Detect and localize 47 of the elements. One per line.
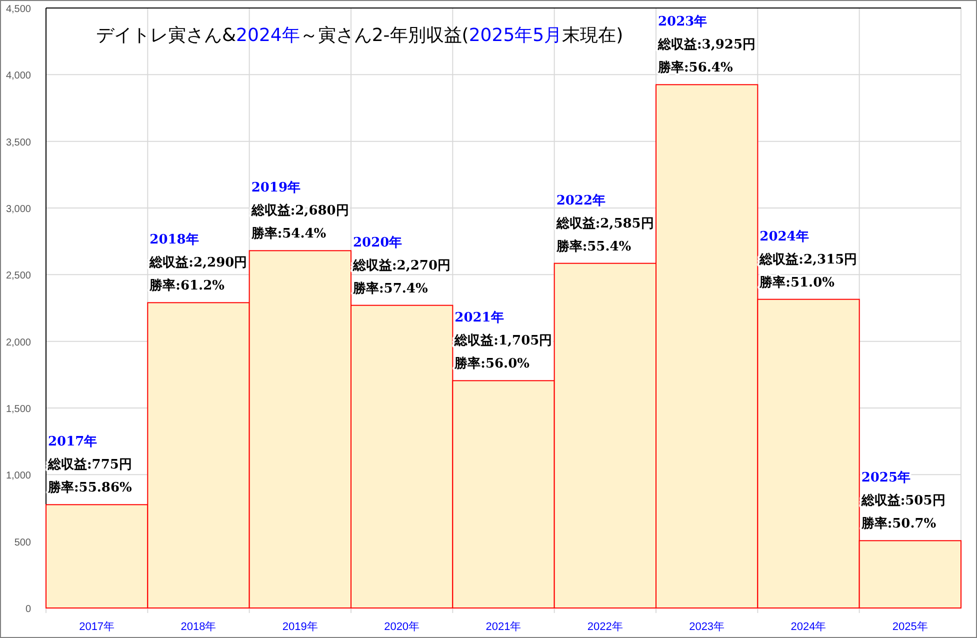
data-label: 総収益:775円 [48, 458, 132, 473]
axis-tick-label: 2019年 [282, 621, 318, 633]
axis-tick-label: 3,000 [6, 204, 31, 215]
data-label: 勝率:50.7% [861, 516, 936, 532]
data-label: 2018年 [150, 232, 199, 248]
data-label: 勝率:56.0% [454, 356, 530, 372]
data-label: 勝率:61.2% [150, 278, 224, 294]
axis-tick-label: 2017年 [79, 621, 115, 633]
data-label: 2020年 [353, 235, 402, 250]
data-label: 勝率:55.4% [556, 239, 632, 254]
axis-tick-label: 2023年 [689, 621, 725, 633]
axis-tick-label: 2020年 [384, 621, 420, 633]
data-label: 2019年 [251, 180, 301, 196]
axis-tick-label: 1,000 [6, 470, 31, 482]
data-label: 2023年 [658, 14, 708, 30]
data-label: 2025年 [861, 470, 911, 486]
data-label: 総収益:2,315円 [760, 252, 858, 268]
axis-tick-label: 3,500 [6, 137, 31, 148]
axis-tick-label: 500 [14, 537, 31, 548]
axis-tick-label: 2018年 [180, 621, 216, 633]
axis-tick-label: 4,500 [6, 4, 31, 15]
axis-tick-label: 2024年 [790, 621, 826, 633]
data-label: 総収益:2,585円 [556, 216, 654, 232]
data-label: 勝率:54.4% [251, 226, 326, 242]
data-label: 総収益:3,925円 [658, 38, 756, 53]
chart-title: デイトレ寅さん&2024年～寅さん2-年別収益(2025年5月 末現在) [96, 25, 624, 46]
data-label: 勝率:55.86% [48, 480, 132, 496]
data-label: 勝率:51.0% [760, 275, 834, 290]
data-label: 2021年 [454, 310, 504, 326]
data-label: 総収益:1,705円 [454, 334, 552, 349]
axis-tick-label: 2022年 [587, 621, 623, 633]
axis-tick-label: 2021年 [486, 621, 522, 633]
axis-tick-label: 2025年 [892, 621, 928, 633]
data-label: 2024年 [760, 229, 809, 244]
data-label: 2017年 [48, 434, 98, 450]
axis-tick-label: 4,000 [6, 70, 31, 82]
axis-tick-label: 2,500 [6, 270, 31, 282]
data-label: 総収益:505円 [861, 494, 946, 509]
axis-tick-label: 1,500 [6, 404, 31, 415]
data-label: 2022年 [556, 193, 606, 208]
data-label: 総収益:2,270円 [353, 258, 451, 274]
axis-tick-label: 0 [25, 604, 31, 615]
data-label: 勝率:57.4% [353, 281, 428, 296]
data-label: 総収益:2,290円 [150, 256, 248, 271]
axis-tick-label: 2,000 [6, 337, 31, 348]
data-label: 勝率:56.4% [658, 60, 733, 76]
data-label: 総収益:2,680円 [251, 204, 349, 219]
